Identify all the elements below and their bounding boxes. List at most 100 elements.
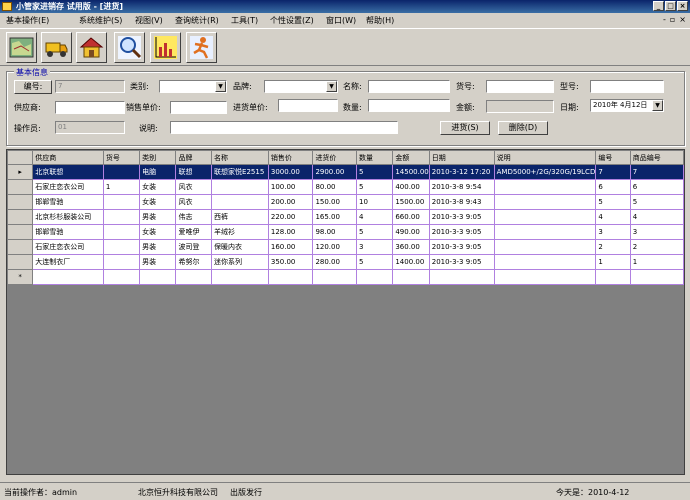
col-header-category[interactable]: 类别 <box>139 150 177 165</box>
col-header-id[interactable]: 编号 <box>595 150 631 165</box>
cell-sku[interactable] <box>102 224 141 240</box>
cell-sku[interactable] <box>102 209 141 225</box>
exit-tool-button[interactable] <box>186 32 217 63</box>
cell-brand[interactable]: 伟志 <box>175 209 213 225</box>
cell-purchase-price[interactable]: 150.00 <box>312 194 358 210</box>
new-cell-id[interactable] <box>595 269 631 285</box>
cell-category[interactable]: 男装 <box>139 254 177 270</box>
cell-note[interactable] <box>493 224 597 240</box>
new-cell-brand[interactable] <box>175 269 213 285</box>
col-header-note[interactable]: 说明 <box>493 150 597 165</box>
cell-category[interactable]: 女装 <box>139 194 177 210</box>
cell-id[interactable]: 1 <box>595 254 631 270</box>
delete-button[interactable]: 删除(D) <box>498 121 548 135</box>
brand-select[interactable]: ▼ <box>264 80 338 93</box>
new-cell-supplier[interactable] <box>32 269 104 285</box>
cell-note[interactable] <box>493 209 597 225</box>
menu-window[interactable]: 窗口(W) <box>326 15 356 26</box>
cell-amount[interactable]: 14500.00 <box>392 164 430 180</box>
cell-id[interactable]: 5 <box>595 194 631 210</box>
cell-product-id[interactable]: 5 <box>629 194 685 210</box>
chevron-down-icon[interactable]: ▼ <box>215 81 226 92</box>
stock-in-button[interactable]: 进货(S) <box>440 121 490 135</box>
cell-quantity[interactable]: 4 <box>356 209 394 225</box>
cell-id[interactable]: 7 <box>595 164 631 180</box>
table-row[interactable]: 北京杉杉服装公司 男装 伟志 西裤 220.00 165.00 4 660.00 2010-3-… <box>6 209 685 225</box>
cell-brand[interactable]: 风衣 <box>175 179 213 195</box>
cell-brand[interactable]: 希努尔 <box>175 254 213 270</box>
close-button[interactable]: × <box>677 1 688 11</box>
house-tool-button[interactable] <box>76 32 107 63</box>
menu-help[interactable]: 帮助(H) <box>366 15 394 26</box>
row-header[interactable] <box>6 239 34 255</box>
new-row-header[interactable]: * <box>6 269 34 285</box>
cell-sale-price[interactable]: 220.00 <box>267 209 314 225</box>
cell-sku[interactable] <box>102 254 141 270</box>
table-row[interactable]: ▸ 北京联想 电脑 联想 联想家悦E2515 3000.00 2900.00 5 14500.0… <box>6 164 685 180</box>
minimize-button[interactable]: _ <box>653 1 664 11</box>
supplier-input[interactable] <box>55 101 125 114</box>
new-cell-quantity[interactable] <box>356 269 394 285</box>
menu-tools[interactable]: 工具(T) <box>231 15 258 26</box>
col-header-brand[interactable]: 品牌 <box>175 150 213 165</box>
cell-supplier[interactable]: 石家庄恋衣公司 <box>32 179 104 195</box>
col-header-date[interactable]: 日期 <box>428 150 495 165</box>
cell-amount[interactable]: 1400.00 <box>392 254 430 270</box>
cell-product-id[interactable]: 7 <box>629 164 685 180</box>
cell-sale-price[interactable]: 350.00 <box>267 254 314 270</box>
cell-quantity[interactable]: 5 <box>356 224 394 240</box>
id-button[interactable]: 编号: <box>14 80 52 94</box>
name-input[interactable] <box>368 80 450 93</box>
table-row[interactable]: 石家庄恋衣公司 1 女装 风衣 100.00 80.00 5 400.00 2010-3-8 9… <box>6 179 685 195</box>
cell-amount[interactable]: 400.00 <box>392 179 430 195</box>
col-header-supplier[interactable]: 供应商 <box>32 150 104 165</box>
cell-sku[interactable]: 1 <box>102 179 141 195</box>
cell-note[interactable]: AMD5000+/2G/320G/19LCD <box>493 164 597 180</box>
cell-product-id[interactable]: 2 <box>629 239 685 255</box>
cell-quantity[interactable]: 5 <box>356 164 394 180</box>
cell-purchase-price[interactable]: 2900.00 <box>312 164 358 180</box>
new-cell-amount[interactable] <box>392 269 430 285</box>
cell-brand[interactable]: 风衣 <box>175 194 213 210</box>
new-cell-category[interactable] <box>139 269 177 285</box>
mdi-close-button[interactable]: × <box>679 15 686 24</box>
note-input[interactable] <box>170 121 398 134</box>
cell-purchase-price[interactable]: 280.00 <box>312 254 358 270</box>
row-header[interactable] <box>6 224 34 240</box>
category-select[interactable]: ▼ <box>159 80 227 93</box>
cell-amount[interactable]: 660.00 <box>392 209 430 225</box>
cell-name[interactable]: 西裤 <box>211 209 269 225</box>
new-cell-product-id[interactable] <box>629 269 685 285</box>
row-header[interactable] <box>6 194 34 210</box>
col-header-sale-price[interactable]: 销售价 <box>267 150 314 165</box>
cell-brand[interactable]: 爱唯伊 <box>175 224 213 240</box>
cell-product-id[interactable]: 3 <box>629 224 685 240</box>
table-row[interactable]: 大连制衣厂 男装 希努尔 迷你系列 350.00 280.00 5 1400.00 2010-3… <box>6 254 685 270</box>
cell-supplier[interactable]: 邯郸雪驰 <box>32 194 104 210</box>
new-cell-sku[interactable] <box>102 269 141 285</box>
cell-supplier[interactable]: 石家庄恋衣公司 <box>32 239 104 255</box>
menu-system-maintenance[interactable]: 系统维护(S) <box>79 15 122 26</box>
cell-id[interactable]: 3 <box>595 224 631 240</box>
cell-date[interactable]: 2010-3-3 9:05 <box>428 224 495 240</box>
cell-sale-price[interactable]: 100.00 <box>267 179 314 195</box>
cell-name[interactable]: 联想家悦E2515 <box>211 164 269 180</box>
cell-name[interactable]: 迷你系列 <box>211 254 269 270</box>
cell-category[interactable]: 电脑 <box>139 164 177 180</box>
cell-amount[interactable]: 1500.00 <box>392 194 430 210</box>
new-cell-purchase-price[interactable] <box>312 269 358 285</box>
col-header-purchase-price[interactable]: 进货价 <box>312 150 358 165</box>
cell-name[interactable]: 羊绒衫 <box>211 224 269 240</box>
model-input[interactable] <box>590 80 664 93</box>
new-cell-note[interactable] <box>493 269 597 285</box>
sale-price-input[interactable] <box>170 101 227 114</box>
cell-date[interactable]: 2010-3-3 9:05 <box>428 239 495 255</box>
cell-note[interactable] <box>493 179 597 195</box>
cell-quantity[interactable]: 10 <box>356 194 394 210</box>
cell-sku[interactable] <box>102 239 141 255</box>
cell-sale-price[interactable]: 128.00 <box>267 224 314 240</box>
map-tool-button[interactable] <box>6 32 37 63</box>
cell-category[interactable]: 女装 <box>139 224 177 240</box>
cell-brand[interactable]: 联想 <box>175 164 213 180</box>
cell-date[interactable]: 2010-3-12 17:20 <box>428 164 495 180</box>
